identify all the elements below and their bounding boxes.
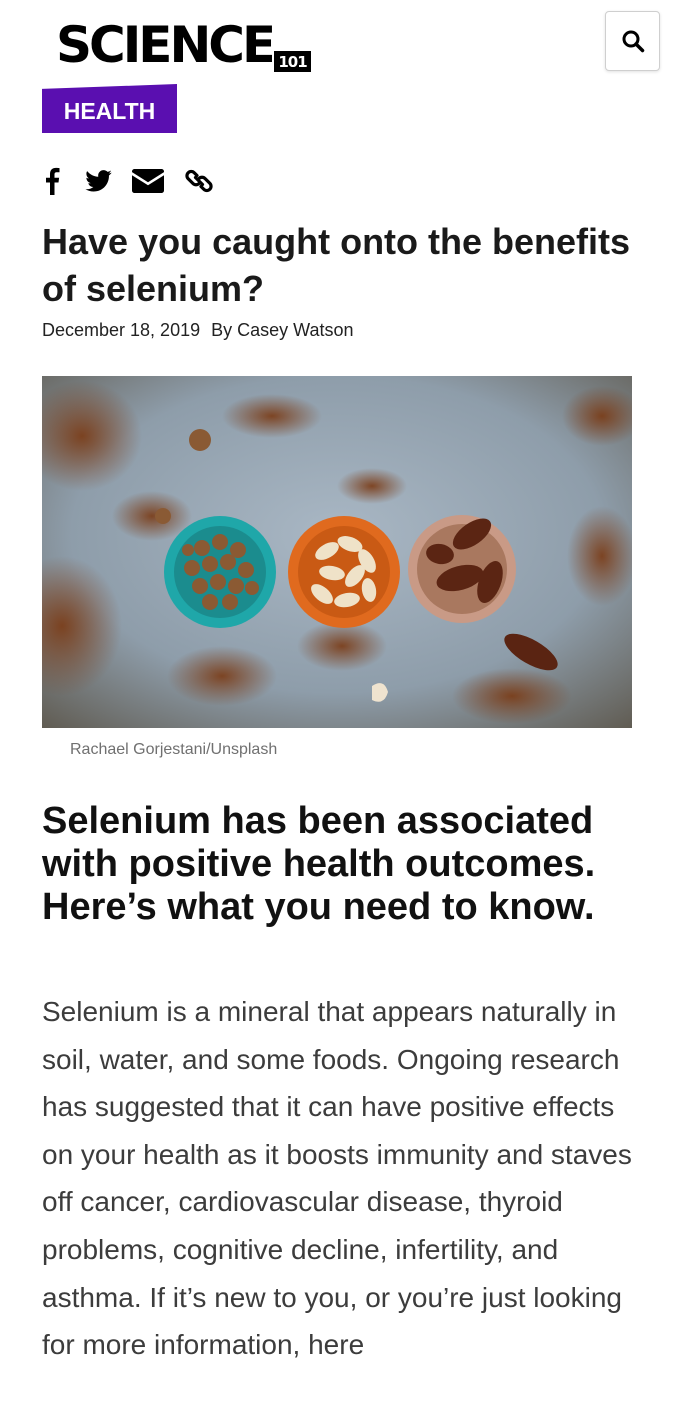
article-title: Have you caught onto the benefits of sel… xyxy=(42,221,631,309)
link-icon xyxy=(185,169,213,193)
email-icon xyxy=(132,169,164,193)
logo-badge: 101 xyxy=(272,49,313,74)
author-name[interactable]: By Casey Watson xyxy=(211,320,353,340)
twitter-icon xyxy=(84,170,112,192)
byline: December 18, 2019 By Casey Watson xyxy=(42,320,360,341)
twitter-share-button[interactable] xyxy=(84,170,112,192)
facebook-icon xyxy=(46,167,60,195)
email-share-button[interactable] xyxy=(132,169,164,193)
site-logo[interactable]: SCIENCE xyxy=(56,16,276,74)
hero-image xyxy=(42,376,632,728)
share-bar xyxy=(42,166,214,196)
article-subheading: Selenium has been associated with positi… xyxy=(42,800,596,928)
publish-date: December 18, 2019 xyxy=(42,320,201,340)
facebook-share-button[interactable] xyxy=(42,167,62,195)
search-icon xyxy=(622,30,644,53)
search-button[interactable] xyxy=(605,11,660,71)
copy-link-button[interactable] xyxy=(184,166,214,196)
category-tag[interactable]: HEALTH xyxy=(42,84,177,133)
article-page: SCIENCE 101 HEALTH Have you caught onto … xyxy=(0,0,674,1414)
article-body-paragraph: Selenium is a mineral that appears natur… xyxy=(42,996,632,1361)
image-caption: Rachael Gorjestani/Unsplash xyxy=(70,741,278,758)
